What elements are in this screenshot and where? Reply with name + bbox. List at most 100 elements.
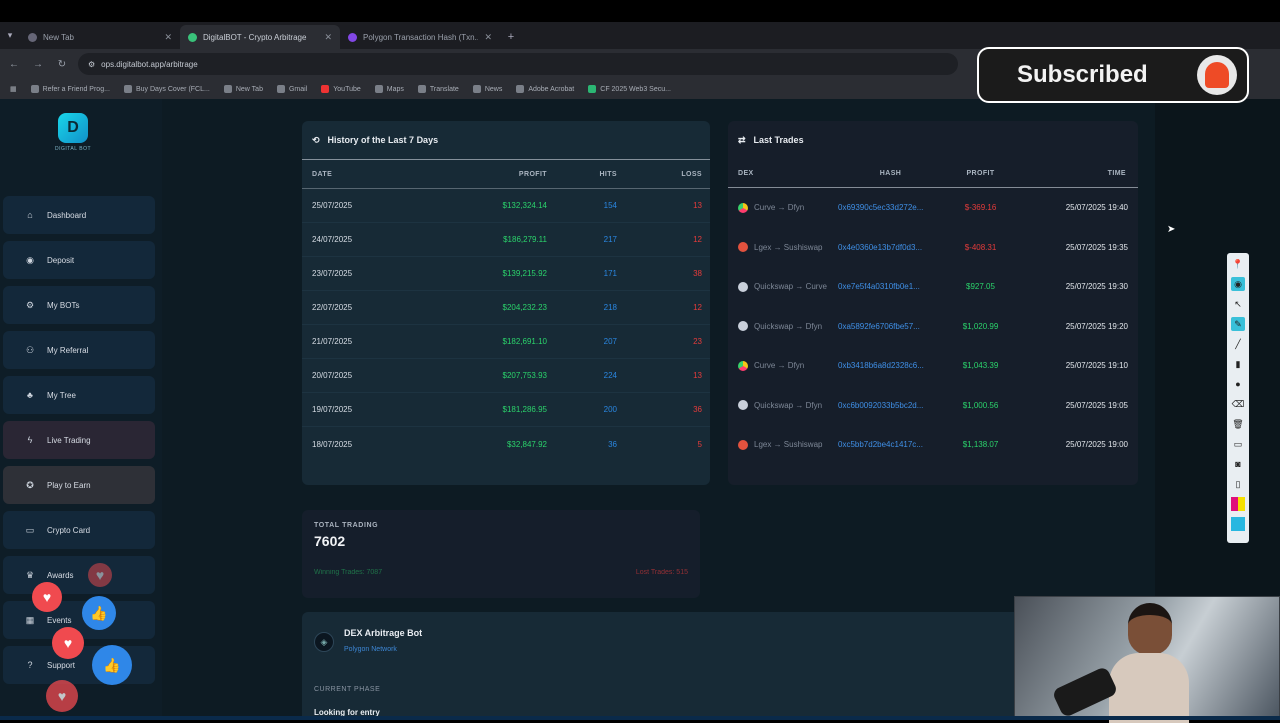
tab-digitalbot[interactable]: DigitalBOT - Crypto Arbitrage ✕ <box>180 25 340 49</box>
eye-icon[interactable]: ◉ <box>1231 277 1245 291</box>
back-arrow-icon[interactable]: ← <box>6 56 22 72</box>
bot-network: Polygon Network <box>344 646 397 653</box>
sidebar-item-live-trading[interactable]: ϟ Live Trading <box>3 421 155 459</box>
address-bar[interactable]: ⚙ ops.digitalbot.app/arbitrage <box>78 53 958 75</box>
close-icon[interactable]: ✕ <box>324 32 332 43</box>
webcam-overlay <box>1014 596 1280 723</box>
forward-arrow-icon[interactable]: → <box>30 56 46 72</box>
pin-icon[interactable]: 📍 <box>1231 257 1245 271</box>
tab-new-tab[interactable]: New Tab ✕ <box>20 25 180 49</box>
table-row: 21/07/2025 $182,691.10 207 23 <box>302 325 710 359</box>
bookmark-item[interactable]: Gmail <box>276 85 307 93</box>
color-swatch-cyan-icon[interactable] <box>1231 517 1245 531</box>
history-divider <box>302 188 710 189</box>
presenter-image <box>1109 603 1189 723</box>
browser-tabstrip: ▾ New Tab ✕ DigitalBOT - Crypto Arbitrag… <box>0 22 1280 49</box>
tab-title: Polygon Transaction Hash (Txn... <box>363 32 479 42</box>
mouse-pointer-icon: ➤ <box>1167 224 1176 235</box>
annotation-toolbar: 📍 ◉ ↖ ✎ ╱ ▮ ● ⌫ 🗑 ▭ ◙ ▯ <box>1227 253 1249 543</box>
tx-hash-link[interactable]: 0xc5bb7d2be4c1417c... <box>838 440 943 449</box>
bookmark-item[interactable]: New Tab <box>223 85 263 93</box>
gamepad-icon: ✪ <box>26 479 34 490</box>
like-reaction-icon: 👍 <box>82 596 116 630</box>
bot-phase-label: CURRENT PHASE <box>314 686 381 693</box>
color-swatch-multi-icon[interactable] <box>1231 497 1245 511</box>
trophy-icon: ♛ <box>25 569 35 580</box>
dex-token-icon <box>738 202 748 213</box>
subscribed-overlay: Subscribed <box>977 47 1249 103</box>
dex-token-icon <box>738 360 748 371</box>
home-icon: ⌂ <box>27 210 33 220</box>
dex-arbitrage-bot-card: ◈ DEX Arbitrage Bot Polygon Network CURR… <box>302 612 1022 720</box>
like-reaction-icon: 👍 <box>92 645 132 685</box>
last-trades-panel: ⇄ Last Trades DEX HASH PROFIT TIME Curve… <box>728 121 1138 485</box>
bookmark-favicon-icon <box>472 85 481 93</box>
bookmark-item[interactable]: YouTube <box>321 85 361 93</box>
table-row: Quickswap → Dfyn 0xa5892fe6706fbe57... $1,… <box>728 307 1138 347</box>
heart-reaction-icon: ♥ <box>52 627 84 659</box>
tx-hash-link[interactable]: 0xe7e5f4a0310fb0e1... <box>838 282 943 291</box>
tab-polygon[interactable]: Polygon Transaction Hash (Txn... ✕ <box>340 25 500 49</box>
bookmark-item[interactable]: Buy Days Cover (FCL... <box>123 85 210 93</box>
apps-grid-icon[interactable]: ▦ <box>10 85 17 93</box>
sidebar-item-my-tree[interactable]: ♣ My Tree <box>3 376 155 414</box>
close-icon[interactable]: ✕ <box>164 32 172 43</box>
sidebar-item-crypto-card[interactable]: ▭ Crypto Card <box>3 511 155 549</box>
cursor-tool-icon[interactable]: ↖ <box>1231 297 1245 311</box>
bookmark-item[interactable]: CF 2025 Web3 Secu... <box>588 85 671 93</box>
history-title: History of the Last 7 Days <box>327 135 439 145</box>
table-row: 24/07/2025 $186,279.11 217 12 <box>302 223 710 257</box>
pen-tool-icon[interactable]: ✎ <box>1231 317 1245 331</box>
app-logo[interactable]: D DIGITAL BOT <box>54 113 92 159</box>
heart-reaction-icon: ♥ <box>88 563 112 587</box>
new-tab-button[interactable]: + <box>500 25 522 49</box>
reload-icon[interactable]: ↻ <box>54 56 70 72</box>
dex-token-icon <box>738 321 748 332</box>
last-trades-header: ⇄ Last Trades <box>728 121 1138 159</box>
table-row: Lgex → Sushiswap 0xc5bb7d2be4c1417c... $1,… <box>728 425 1138 465</box>
clear-icon[interactable]: ▯ <box>1231 477 1245 491</box>
close-icon[interactable]: ✕ <box>484 32 492 43</box>
url-text: ops.digitalbot.app/arbitrage <box>101 59 198 69</box>
table-row: Quickswap → Dfyn 0xc6b0092033b5bc2d... $1,… <box>728 386 1138 426</box>
bookmark-favicon-icon <box>374 85 383 93</box>
bookmark-favicon-icon <box>516 85 525 93</box>
sidebar-item-dashboard[interactable]: ⌂ Dashboard <box>3 196 155 234</box>
tx-hash-link[interactable]: 0xb3418b6a8d2328c6... <box>838 361 943 370</box>
screen-top-bar <box>0 0 1280 22</box>
camera-icon[interactable]: ◙ <box>1231 457 1245 471</box>
bookmark-item[interactable]: Adobe Acrobat <box>516 85 574 93</box>
tx-hash-link[interactable]: 0xc6b0092033b5bc2d... <box>838 401 943 410</box>
tx-hash-link[interactable]: 0xa5892fe6706fbe57... <box>838 322 943 331</box>
tx-hash-link[interactable]: 0x69390c5ec33d272e... <box>838 203 943 212</box>
trash-icon[interactable]: 🗑 <box>1231 417 1245 431</box>
logo-text: DIGITAL BOT <box>54 146 92 152</box>
trades-rows: Curve → Dfyn 0x69390c5ec33d272e... $-369.1… <box>728 188 1138 465</box>
screen-icon[interactable]: ▭ <box>1231 437 1245 451</box>
tx-hash-link[interactable]: 0x4e0360e13b7df0d3... <box>838 243 943 252</box>
table-row: Curve → Dfyn 0x69390c5ec33d272e... $-369.1… <box>728 188 1138 228</box>
sidebar-item-my-referral[interactable]: ⚇ My Referral <box>3 331 155 369</box>
tab-search-icon[interactable]: ▾ <box>0 22 20 49</box>
sidebar-item-awards[interactable]: ♛ Awards <box>3 556 155 594</box>
line-tool-icon[interactable]: ╱ <box>1231 337 1245 351</box>
history-rows: 25/07/2025 $132,324.14 154 13 24/07/2025 $18… <box>302 189 710 461</box>
sidebar-item-deposit[interactable]: ◉ Deposit <box>3 241 155 279</box>
tab-favicon <box>188 32 197 42</box>
dot-tool-icon[interactable]: ● <box>1231 377 1245 391</box>
taskbar-edge <box>0 716 1280 720</box>
bookmark-item[interactable]: News <box>472 85 502 93</box>
site-info-icon[interactable]: ⚙ <box>88 60 95 69</box>
dex-token-icon <box>738 439 748 450</box>
tab-favicon <box>348 32 357 42</box>
total-trading-footer: Winning Trades: 7087 Lost Trades: 515 <box>314 569 688 576</box>
highlighter-icon[interactable]: ▮ <box>1231 357 1245 371</box>
bookmark-favicon-icon <box>223 85 232 93</box>
sidebar-item-play-to-earn[interactable]: ✪ Play to Earn <box>3 466 155 504</box>
bookmark-item[interactable]: Translate <box>417 85 459 93</box>
total-trading-value: 7602 <box>314 533 346 549</box>
bookmark-item[interactable]: Refer a Friend Prog... <box>30 85 110 93</box>
eraser-icon[interactable]: ⌫ <box>1231 397 1245 411</box>
sidebar-item-my-bots[interactable]: ⚙ My BOTs <box>3 286 155 324</box>
bookmark-item[interactable]: Maps <box>374 85 404 93</box>
